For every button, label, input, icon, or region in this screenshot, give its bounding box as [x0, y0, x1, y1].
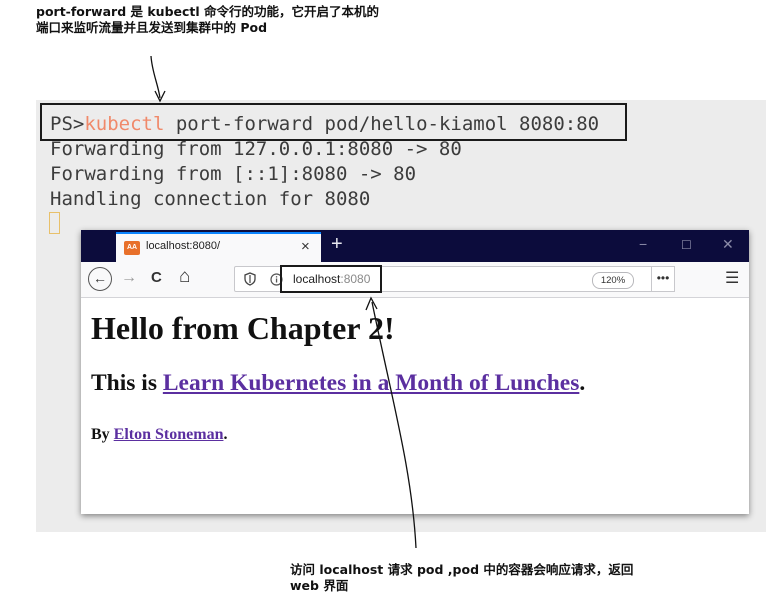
back-button[interactable]: ← [88, 267, 112, 291]
browser-navbar: ← → C ⌂ localhost:8080 120% ••• ☰ [81, 262, 749, 298]
top-annotation-line-1: port-forward 是 kubectl 命令行的功能，它开启了本机的 [36, 4, 380, 19]
zoom-indicator[interactable]: 120% [592, 272, 634, 289]
reload-button[interactable]: C [151, 269, 162, 286]
browser-titlebar: AA localhost:8080/ × + − ☐ ✕ [81, 230, 749, 262]
home-button[interactable]: ⌂ [179, 266, 190, 288]
subheading-prefix: This is [91, 370, 163, 396]
output-line-2: Forwarding from [::1]:8080 -> 80 [50, 163, 417, 185]
close-window-button[interactable]: ✕ [722, 236, 734, 253]
bottom-annotation: 访问 localhost 请求 pod ,pod 中的容器会响应请求，返回 we… [290, 562, 730, 594]
top-annotation-line-2: 端口来监听流量并且发送到集群中的 Pod [36, 20, 268, 35]
page-heading: Hello from Chapter 2! [91, 310, 395, 346]
tracking-shield-icon [244, 272, 256, 286]
browser-window: AA localhost:8080/ × + − ☐ ✕ ← → C ⌂ loc… [81, 230, 749, 514]
page-byline: By Elton Stoneman. [91, 426, 227, 444]
author-link[interactable]: Elton Stoneman [114, 426, 224, 443]
command-highlight-box [40, 103, 627, 141]
byline-prefix: By [91, 426, 114, 443]
terminal-cursor [49, 212, 60, 234]
top-callout-arrow [150, 55, 161, 99]
page-subheading: This is Learn Kubernetes in a Month of L… [91, 370, 585, 397]
browser-tab[interactable]: AA localhost:8080/ × [116, 232, 321, 262]
minimize-button[interactable]: − [639, 236, 647, 252]
tab-title: localhost:8080/ [146, 240, 220, 252]
page-actions-button[interactable]: ••• [651, 266, 675, 292]
bottom-annotation-line-1: 访问 localhost 请求 pod ,pod 中的容器会响应请求，返回 [290, 562, 634, 577]
output-line-3: Handling connection for 8080 [50, 188, 371, 210]
bottom-annotation-line-2: web 界面 [290, 578, 349, 593]
maximize-button[interactable]: ☐ [681, 238, 692, 252]
book-link[interactable]: Learn Kubernetes in a Month of Lunches [163, 370, 580, 396]
new-tab-button[interactable]: + [331, 233, 343, 256]
forward-button[interactable]: → [121, 269, 137, 287]
url-highlight-box [280, 265, 382, 293]
byline-suffix: . [223, 426, 228, 443]
tab-favicon-icon: AA [124, 241, 140, 255]
tab-close-icon[interactable]: × [301, 238, 310, 255]
menu-icon[interactable]: ☰ [725, 268, 739, 288]
subheading-suffix: . [579, 370, 586, 396]
top-annotation: port-forward 是 kubectl 命令行的功能，它开启了本机的 端口… [36, 4, 466, 36]
